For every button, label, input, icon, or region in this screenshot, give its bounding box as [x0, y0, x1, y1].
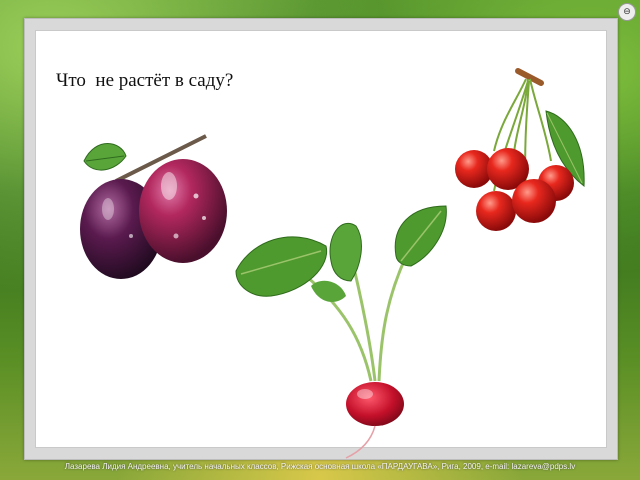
- question-title: Что не растёт в саду?: [56, 70, 234, 91]
- corner-logo-icon: ⊖: [618, 3, 636, 21]
- slide-content: Что не растёт в саду?: [35, 30, 607, 459]
- footer-credit: Лазарева Лидия Андреевна, учитель началь…: [64, 462, 576, 471]
- slide-frame: Что не растёт в саду?: [24, 18, 618, 460]
- radish-image[interactable]: [211, 186, 451, 461]
- cherries-image[interactable]: [446, 61, 586, 231]
